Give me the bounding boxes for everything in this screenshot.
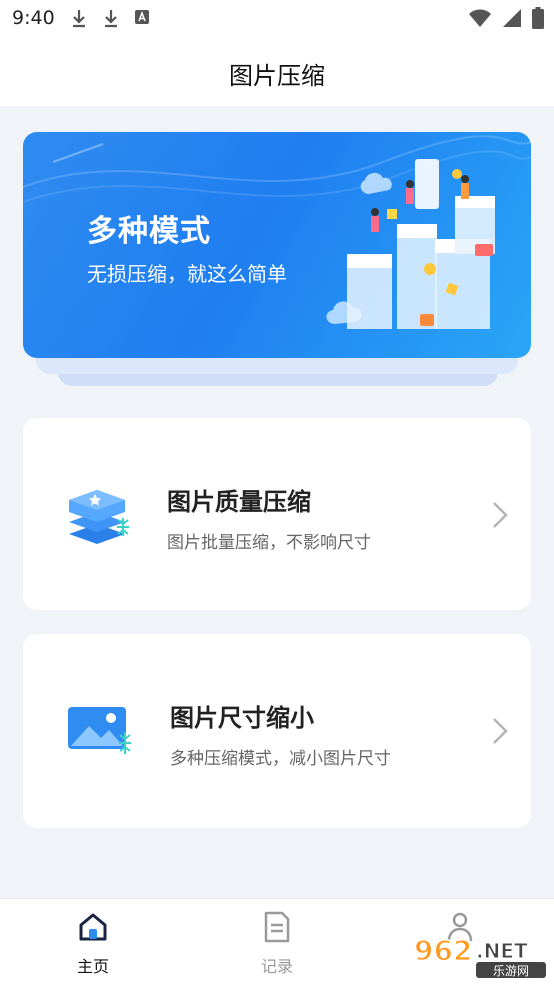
card-subtitle: 多种压缩模式，减小图片尺寸: [170, 749, 391, 769]
svg-text:.NET: .NET: [476, 939, 528, 963]
chevron-right-icon: [493, 502, 508, 528]
svg-text:乐游网: 乐游网: [493, 964, 529, 978]
tab-records[interactable]: 记录: [217, 899, 337, 985]
banner-subtitle: 无损压缩，就这么简单: [87, 262, 287, 286]
svg-text:962: 962: [414, 934, 472, 967]
tab-home[interactable]: 主页: [33, 899, 153, 985]
watermark-logo: 962 .NET 乐游网: [412, 930, 548, 984]
tab-label: 主页: [76, 957, 109, 976]
banner-title: 多种模式: [87, 214, 211, 249]
page-title: 图片压缩: [229, 62, 325, 90]
card-title: 图片尺寸缩小: [170, 704, 314, 732]
battery-icon: [532, 7, 544, 29]
download-icon: [73, 10, 85, 28]
size-reduce-card[interactable]: 图片尺寸缩小 多种压缩模式，减小图片尺寸: [23, 634, 531, 828]
card-subtitle: 图片批量压缩，不影响尺寸: [167, 533, 371, 553]
app-header: 图片压缩: [0, 38, 554, 106]
download-icon: [105, 10, 117, 28]
quality-compress-card[interactable]: 图片质量压缩 图片批量压缩，不影响尺寸: [23, 418, 531, 610]
layers-compress-icon: [69, 490, 129, 544]
a-notification-icon: [135, 10, 149, 24]
document-icon: [264, 911, 290, 943]
promo-banner[interactable]: 多种模式 无损压缩，就这么简单: [23, 132, 531, 358]
home-icon: [79, 913, 107, 941]
tab-label: 记录: [260, 957, 293, 976]
status-time: 9:40: [12, 7, 55, 29]
card-title: 图片质量压缩: [167, 488, 311, 516]
signal-icon: [503, 9, 521, 27]
wifi-icon: [469, 9, 491, 27]
status-bar: 9:40: [0, 0, 554, 38]
image-resize-icon: [68, 707, 131, 754]
chevron-right-icon: [493, 718, 508, 744]
banner-illustration: [326, 159, 495, 329]
